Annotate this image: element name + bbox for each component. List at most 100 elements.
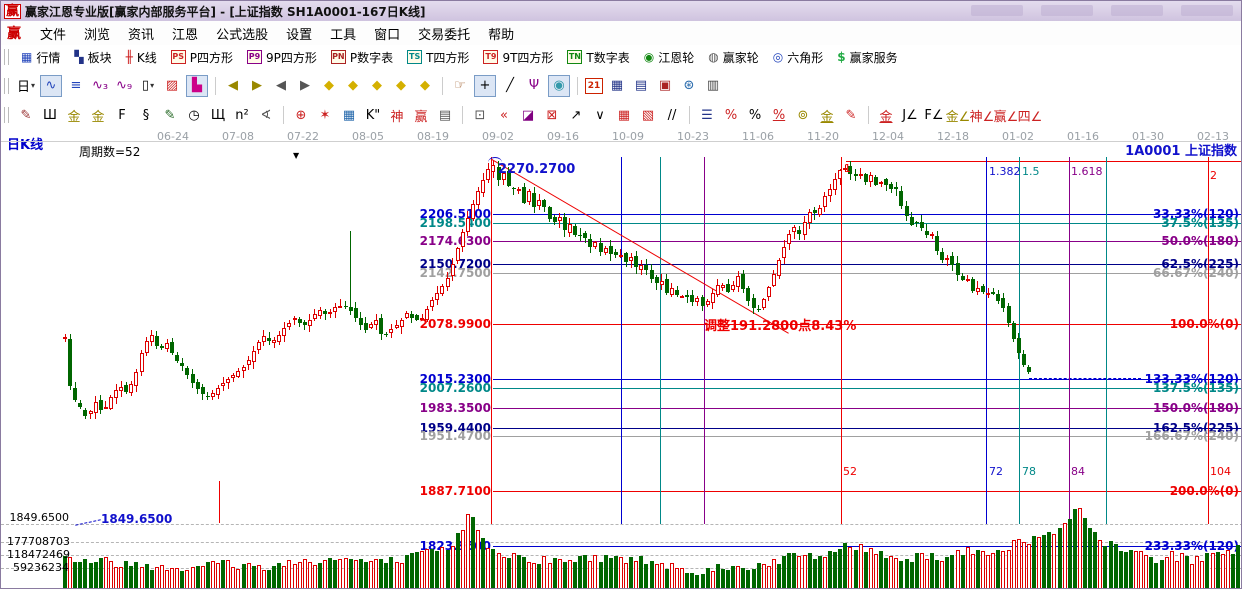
gold-line-tool[interactable]: 金 [817, 105, 837, 125]
calculator-icon[interactable]: ▦ [607, 76, 627, 96]
diamond-expand-button[interactable]: ◆ [367, 76, 387, 96]
hand-tool-icon[interactable]: ☞ [450, 76, 470, 96]
next-bar-button[interactable]: ▶ [295, 76, 315, 96]
circle-cross-tool[interactable]: ⊕ [291, 105, 311, 125]
document-icon[interactable]: ≡ [66, 76, 86, 96]
pen-chart-tool[interactable]: ✎ [160, 105, 180, 125]
box-diagonal-tool[interactable]: ⊠ [542, 105, 562, 125]
diamond-right-button[interactable]: ◆ [343, 76, 363, 96]
pattern-icon[interactable]: ▨ [162, 76, 182, 96]
winner-service-button[interactable]: $赢家服务 [830, 48, 904, 67]
red-fan-tool[interactable]: « [494, 105, 514, 125]
flying-knife-tool[interactable]: ✎ [16, 105, 36, 125]
win-angle-tool[interactable]: 赢∠ [996, 105, 1016, 125]
n-square-tool[interactable]: n² [232, 105, 252, 125]
gann-tool-icon[interactable]: Ψ [524, 76, 544, 96]
percent-slash-tool[interactable]: % [721, 105, 741, 125]
spiral-tool[interactable]: § [136, 105, 156, 125]
diamond-compress-button[interactable]: ◆ [391, 76, 411, 96]
f-angle-tool[interactable]: F∠ [924, 105, 944, 125]
gold-circle-tool[interactable]: ⊚ [793, 105, 813, 125]
crosshair-tool-icon[interactable]: + [474, 75, 496, 97]
toolbar-grip[interactable] [4, 49, 9, 65]
nine-t-square-button[interactable]: T99T四方形 [476, 48, 560, 67]
last-bar-button[interactable]: ▶ [247, 76, 267, 96]
k-quote-tool[interactable]: K" [363, 105, 383, 125]
toolbar-grip[interactable] [4, 107, 9, 123]
volume-bar [1037, 537, 1041, 589]
arrow-fan-tool[interactable]: ↗ [566, 105, 586, 125]
menu-item-文件[interactable]: 文件 [31, 22, 75, 45]
comb-lines-tool[interactable]: Ш [40, 105, 60, 125]
calendar-icon[interactable]: 21 [585, 78, 603, 94]
gold-split2-tool[interactable]: 金 [88, 105, 108, 125]
menu-item-工具[interactable]: 工具 [321, 22, 365, 45]
t-square-button[interactable]: TST四方形 [400, 48, 476, 67]
chart-area[interactable]: 日K线周期数=521A0001 上证指数06-2407-0807-2208-05… [1, 128, 1242, 589]
gold-angle-tool[interactable]: 金∠ [948, 105, 968, 125]
gann-wheel-button[interactable]: ◉江恩轮 [637, 48, 702, 67]
angle-a-tool[interactable]: ∢ [256, 105, 276, 125]
levels-tool[interactable]: ☰ [697, 105, 717, 125]
menu-item-浏览[interactable]: 浏览 [75, 22, 119, 45]
comb2-tool[interactable]: Щ [208, 105, 228, 125]
brain-tool-icon[interactable]: ◉ [548, 75, 570, 97]
menu-item-江恩[interactable]: 江恩 [163, 22, 207, 45]
shen-grid-tool[interactable]: 神 [387, 105, 407, 125]
nine-p-square-button[interactable]: P99P四方形 [240, 48, 324, 67]
histogram-icon[interactable]: ▙ [186, 75, 208, 97]
four-angle-tool[interactable]: 四∠ [1020, 105, 1040, 125]
toolbar-grip[interactable] [4, 78, 9, 94]
menu-item-交易委托[interactable]: 交易委托 [409, 22, 479, 45]
menu-item-资讯[interactable]: 资讯 [119, 22, 163, 45]
percent-tool[interactable]: % [745, 105, 765, 125]
first-bar-button[interactable]: ◀ [223, 76, 243, 96]
cycle-circle-tool[interactable]: ◷ [184, 105, 204, 125]
shen-angle-tool[interactable]: 神∠ [972, 105, 992, 125]
p-number-table-button[interactable]: PNP数字表 [324, 48, 400, 67]
red-grid-tool[interactable]: ▦ [614, 105, 634, 125]
trendline-tool-icon[interactable]: ╱ [500, 76, 520, 96]
multi-slash-tool[interactable]: // [662, 105, 682, 125]
menu-item-窗口[interactable]: 窗口 [365, 22, 409, 45]
t-number-table-button[interactable]: TNT数字表 [560, 48, 636, 67]
ruler-123-tool[interactable]: ▤ [435, 105, 455, 125]
grid-target-tool[interactable]: ▦ [339, 105, 359, 125]
kline-button[interactable]: ╫K线 [119, 48, 164, 67]
notes-icon[interactable]: ▤ [631, 76, 651, 96]
percent-line-tool[interactable]: % [769, 105, 789, 125]
f-lines-tool[interactable]: F [112, 105, 132, 125]
diamond-left-button[interactable]: ◆ [319, 76, 339, 96]
winner-wheel-button[interactable]: ◍赢家轮 [701, 48, 766, 67]
p-square-button[interactable]: PSP四方形 [164, 48, 240, 67]
diamond-fit-button[interactable]: ◆ [415, 76, 435, 96]
save-icon[interactable]: ▣ [655, 76, 675, 96]
cycle-count-label: 周期数=52 [79, 143, 140, 160]
candle-style-selector[interactable]: ▯▾ [138, 76, 158, 96]
menu-item-公式选股[interactable]: 公式选股 [207, 22, 277, 45]
volume-bar [650, 561, 654, 589]
quotes-button[interactable]: ▦行情 [14, 48, 67, 67]
starburst-tool[interactable]: ✶ [315, 105, 335, 125]
menu-item-帮助[interactable]: 帮助 [479, 22, 523, 45]
candle [435, 293, 439, 299]
wave9-icon[interactable]: ∿₉ [114, 76, 134, 96]
v-wave-tool[interactable]: ∨ [590, 105, 610, 125]
hexagon-button[interactable]: ◎六角形 [766, 48, 831, 67]
gold-split-tool[interactable]: 金 [64, 105, 84, 125]
j-angle-tool[interactable]: J∠ [900, 105, 920, 125]
brush-tool[interactable]: ✎ [841, 105, 861, 125]
print-icon[interactable]: ▥ [703, 76, 723, 96]
fan-box-tool[interactable]: ◪ [518, 105, 538, 125]
gold-underline-tool[interactable]: 金 [876, 105, 896, 125]
menu-item-设置[interactable]: 设置 [277, 22, 321, 45]
win-grid-tool[interactable]: 赢 [411, 105, 431, 125]
sectors-button[interactable]: ▚板块 [67, 48, 118, 67]
period-selector[interactable]: 日▾ [16, 76, 36, 96]
wave3-icon[interactable]: ∿₃ [90, 76, 110, 96]
wave-tool-icon[interactable]: ∿ [40, 75, 62, 97]
grid-arrow-tool[interactable]: ▧ [638, 105, 658, 125]
prev-bar-button[interactable]: ◀ [271, 76, 291, 96]
network-icon[interactable]: ⊛ [679, 76, 699, 96]
box-tool[interactable]: ⊡ [470, 105, 490, 125]
